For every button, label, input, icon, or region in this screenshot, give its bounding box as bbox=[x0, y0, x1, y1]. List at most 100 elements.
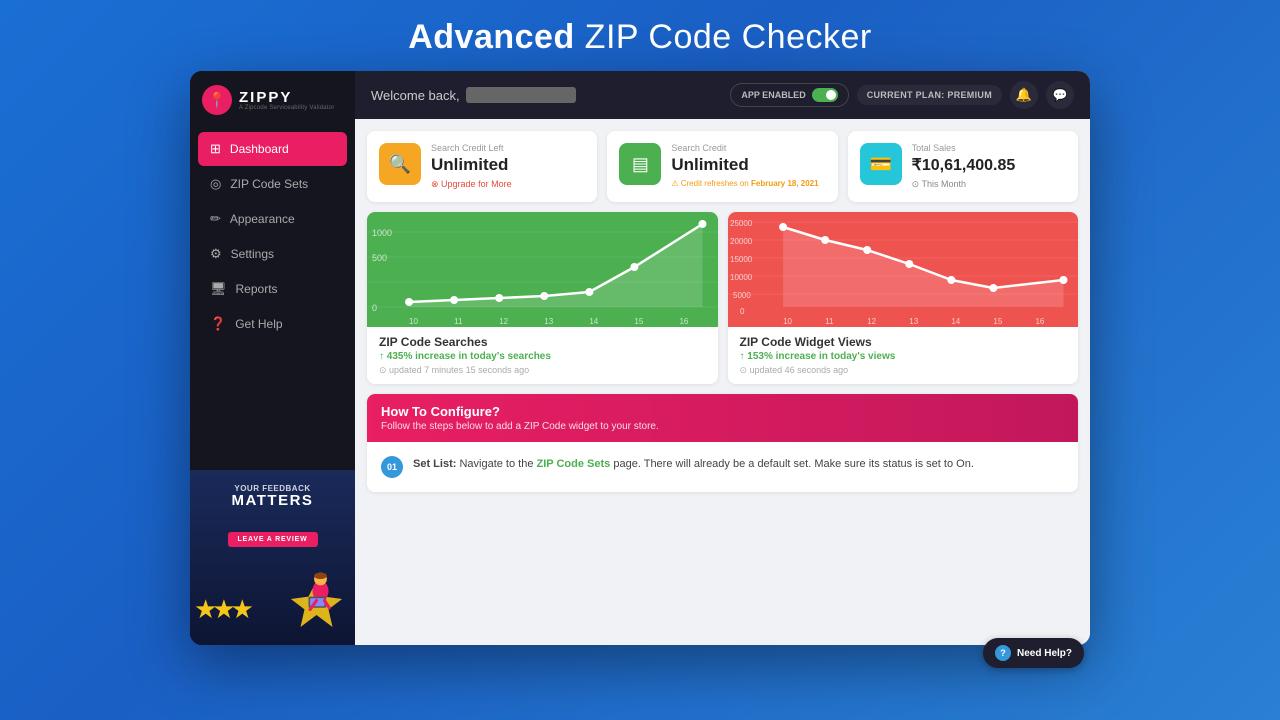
step-text-1: Set List: Navigate to the ZIP Code Sets … bbox=[413, 456, 974, 473]
top-bar: Welcome back, ████████████ APP ENABLED C… bbox=[355, 71, 1090, 119]
svg-text:12: 12 bbox=[499, 317, 508, 326]
views-chart-area: 25000 20000 15000 10000 5000 0 10 11 12 … bbox=[728, 212, 1079, 327]
sales-icon: 💳 bbox=[860, 143, 902, 185]
stat-value-1: Unlimited bbox=[671, 155, 818, 175]
settings-icon: ⚙ bbox=[210, 246, 222, 262]
svg-text:11: 11 bbox=[454, 317, 463, 326]
dashboard-icon: ⊞ bbox=[210, 141, 221, 157]
chart-card-views: 25000 20000 15000 10000 5000 0 10 11 12 … bbox=[728, 212, 1079, 384]
sidebar-logo: 📍 ZIPPY A Zipcode Serviceability Validat… bbox=[190, 71, 355, 125]
stat-label-0: Search Credit Left bbox=[431, 143, 512, 153]
sidebar-item-settings[interactable]: ⚙ Settings bbox=[198, 237, 347, 271]
welcome-section: Welcome back, ████████████ bbox=[371, 87, 576, 103]
welcome-text: Welcome back, bbox=[371, 88, 460, 103]
svg-text:13: 13 bbox=[909, 317, 918, 326]
top-bar-actions: APP ENABLED CURRENT PLAN: PREMIUM 🔔 💬 bbox=[730, 81, 1074, 109]
svg-text:11: 11 bbox=[825, 317, 834, 326]
reports-icon: 🖥 bbox=[210, 281, 227, 297]
sidebar-label-appearance: Appearance bbox=[230, 212, 295, 226]
sidebar-item-get-help[interactable]: ❓ Get Help bbox=[198, 307, 347, 341]
plan-badge: CURRENT PLAN: PREMIUM bbox=[857, 85, 1002, 105]
configure-header: How To Configure? Follow the steps below… bbox=[367, 394, 1078, 442]
svg-text:15000: 15000 bbox=[730, 255, 753, 264]
dashboard-body: 🔍 Search Credit Left Unlimited ⊗ Upgrade… bbox=[355, 119, 1090, 645]
sidebar-label-dashboard: Dashboard bbox=[230, 142, 289, 156]
need-help-icon: ? bbox=[995, 645, 1011, 661]
title-bold: Advanced bbox=[408, 18, 575, 56]
toggle-switch[interactable] bbox=[812, 88, 838, 102]
configure-steps: 01 Set List: Navigate to the ZIP Code Se… bbox=[367, 442, 1078, 492]
svg-text:12: 12 bbox=[867, 317, 876, 326]
searches-chart-area: 1000 500 0 10 11 12 13 14 15 16 bbox=[367, 212, 718, 327]
widget-icon: ▤ bbox=[619, 143, 661, 185]
step-num-1: 01 bbox=[381, 456, 403, 478]
need-help-button[interactable]: ? Need Help? bbox=[983, 638, 1084, 668]
stat-label-1: Search Credit bbox=[671, 143, 818, 153]
svg-text:13: 13 bbox=[544, 317, 553, 326]
feedback-text-container: YOUR FEEDBACK MATTERS bbox=[190, 484, 355, 510]
stat-value-0: Unlimited bbox=[431, 155, 512, 175]
stat-sub-1: ⚠ Credit refreshes on February 18, 2021 bbox=[671, 179, 818, 188]
app-enabled-toggle[interactable]: APP ENABLED bbox=[730, 83, 848, 107]
sidebar-label-zip-code-sets: ZIP Code Sets bbox=[230, 177, 308, 191]
stat-sub-2: ⊙ This Month bbox=[912, 179, 1016, 190]
svg-text:14: 14 bbox=[951, 317, 960, 326]
stat-card-total-sales: 💳 Total Sales ₹10,61,400.85 ⊙ This Month bbox=[848, 131, 1078, 202]
feedback-banner: ★★★ YOUR FEEDBACK MATTE bbox=[190, 470, 355, 645]
views-chart-info: ZIP Code Widget Views ↑ 153% increase in… bbox=[728, 327, 1079, 384]
appearance-icon: ✏ bbox=[210, 211, 221, 227]
stat-value-2: ₹10,61,400.85 bbox=[912, 155, 1016, 175]
svg-text:5000: 5000 bbox=[733, 291, 751, 300]
sidebar-item-dashboard[interactable]: ⊞ Dashboard bbox=[198, 132, 347, 166]
chart-card-searches: 1000 500 0 10 11 12 13 14 15 16 bbox=[367, 212, 718, 384]
step-item-1: 01 Set List: Navigate to the ZIP Code Se… bbox=[381, 452, 1064, 482]
feedback-stars: ★★★ bbox=[194, 594, 249, 625]
svg-text:0: 0 bbox=[372, 303, 377, 313]
get-help-icon: ❓ bbox=[210, 316, 226, 332]
search-icon: 🔍 bbox=[379, 143, 421, 185]
notification-button[interactable]: 🔔 bbox=[1010, 81, 1038, 109]
zip-code-sets-icon: ◎ bbox=[210, 176, 221, 192]
message-button[interactable]: 💬 bbox=[1046, 81, 1074, 109]
stat-label-2: Total Sales bbox=[912, 143, 1016, 153]
logo-icon: 📍 bbox=[202, 85, 232, 115]
views-updated: ⊙ updated 46 seconds ago bbox=[740, 365, 1067, 376]
stat-sub-0: ⊗ Upgrade for More bbox=[431, 179, 512, 190]
svg-text:500: 500 bbox=[372, 253, 387, 263]
logo-subtitle: A Zipcode Serviceability Validator bbox=[239, 105, 334, 111]
app-enabled-label: APP ENABLED bbox=[741, 90, 805, 100]
sidebar-label-get-help: Get Help bbox=[235, 317, 282, 331]
svg-text:15: 15 bbox=[634, 317, 643, 326]
main-content: Welcome back, ████████████ APP ENABLED C… bbox=[355, 71, 1090, 645]
searches-updated: ⊙ updated 7 minutes 15 seconds ago bbox=[379, 365, 706, 376]
searches-chart-info: ZIP Code Searches ↑ 435% increase in tod… bbox=[367, 327, 718, 384]
svg-text:20000: 20000 bbox=[730, 237, 753, 246]
configure-title: How To Configure? bbox=[381, 404, 1064, 419]
leave-review-button[interactable]: LEAVE A REVIEW bbox=[227, 532, 317, 547]
chart-cards-row: 1000 500 0 10 11 12 13 14 15 16 bbox=[367, 212, 1078, 384]
configure-card: How To Configure? Follow the steps below… bbox=[367, 394, 1078, 492]
svg-text:10000: 10000 bbox=[730, 273, 753, 282]
svg-text:0: 0 bbox=[740, 307, 745, 316]
sidebar-item-zip-code-sets[interactable]: ◎ ZIP Code Sets bbox=[198, 167, 347, 201]
configure-subtitle: Follow the steps below to add a ZIP Code… bbox=[381, 421, 1064, 432]
svg-text:15: 15 bbox=[993, 317, 1002, 326]
searches-chart-title: ZIP Code Searches bbox=[379, 335, 706, 349]
feedback-figure bbox=[284, 555, 349, 635]
svg-text:25000: 25000 bbox=[730, 219, 753, 228]
svg-text:14: 14 bbox=[589, 317, 598, 326]
searches-change: ↑ 435% increase in today's searches bbox=[379, 351, 706, 362]
feedback-line2: MATTERS bbox=[190, 493, 355, 510]
sidebar-item-appearance[interactable]: ✏ Appearance bbox=[198, 202, 347, 236]
views-change: ↑ 153% increase in today's views bbox=[740, 351, 1067, 362]
svg-text:10: 10 bbox=[409, 317, 418, 326]
sidebar-label-settings: Settings bbox=[231, 247, 274, 261]
stat-card-search-credit: ▤ Search Credit Unlimited ⚠ Credit refre… bbox=[607, 131, 837, 202]
title-rest: ZIP Code Checker bbox=[575, 18, 872, 56]
logo-text: ZIPPY bbox=[239, 89, 334, 106]
stat-cards-row: 🔍 Search Credit Left Unlimited ⊗ Upgrade… bbox=[367, 131, 1078, 202]
sidebar-nav: ⊞ Dashboard ◎ ZIP Code Sets ✏ Appearance… bbox=[190, 125, 355, 470]
svg-text:16: 16 bbox=[679, 317, 688, 326]
need-help-label: Need Help? bbox=[1017, 648, 1072, 659]
sidebar-item-reports[interactable]: 🖥 Reports bbox=[198, 272, 347, 306]
